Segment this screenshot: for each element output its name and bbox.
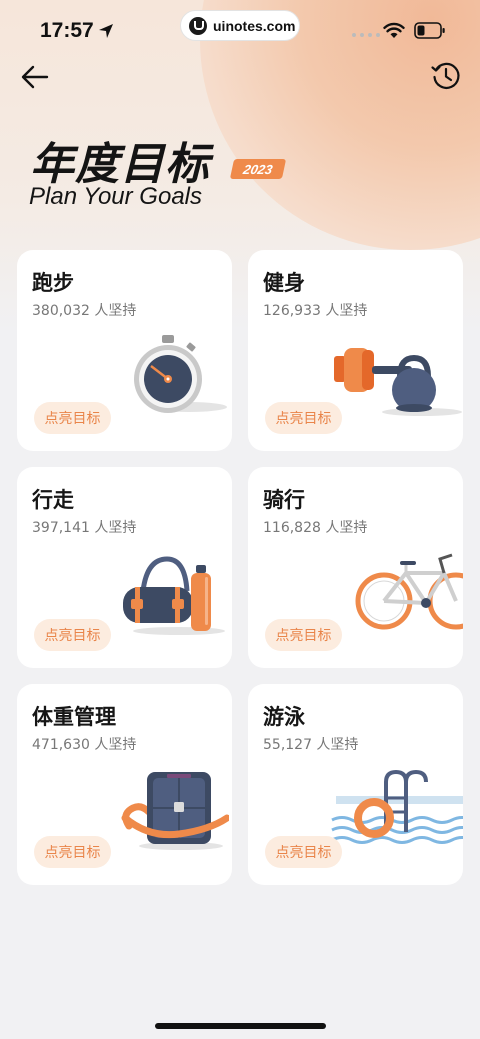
bicycle-icon (355, 553, 463, 630)
goal-card-walking[interactable]: 行走 397,141 人坚持 点亮目标 (17, 467, 232, 668)
goal-name: 体重管理 (32, 705, 116, 729)
light-goal-button[interactable]: 点亮目标 (265, 619, 342, 651)
site-logo-icon (189, 16, 207, 35)
gym-bag-bottle-icon (123, 556, 225, 635)
battery-icon (414, 22, 445, 39)
goal-name: 跑步 (32, 271, 74, 295)
back-arrow-icon[interactable] (20, 62, 50, 92)
goal-name: 骑行 (263, 488, 305, 512)
scale-tape-icon (121, 772, 229, 850)
goal-card-cycling[interactable]: 骑行 116,828 人坚持 点亮目标 (248, 467, 463, 668)
light-goal-button[interactable]: 点亮目标 (34, 836, 111, 868)
site-url: uinotes.com (213, 17, 296, 34)
goal-count: 471,630 人坚持 (32, 737, 137, 753)
page-subtitle: Plan Your Goals (29, 183, 203, 210)
dumbbell-kettlebell-icon (334, 348, 462, 416)
goal-count: 126,933 人坚持 (263, 303, 368, 319)
goal-count: 55,127 人坚持 (263, 737, 359, 753)
status-bar: 17:57 uinotes.com (0, 0, 480, 60)
location-arrow-icon (99, 24, 113, 38)
goal-card-weight[interactable]: 体重管理 471,630 人坚持 点亮目标 (17, 684, 232, 885)
light-goal-button[interactable]: 点亮目标 (34, 619, 111, 651)
stopwatch-icon (134, 335, 227, 413)
goal-count: 116,828 人坚持 (263, 520, 368, 536)
light-goal-button[interactable]: 点亮目标 (265, 836, 342, 868)
wifi-icon (383, 22, 405, 38)
home-indicator[interactable] (155, 1023, 326, 1029)
goal-card-running[interactable]: 跑步 380,032 人坚持 点亮目标 (17, 250, 232, 451)
status-time: 17:57 (40, 19, 94, 42)
pool-ladder-icon (331, 769, 463, 844)
goal-name: 游泳 (263, 705, 305, 729)
history-clock-icon[interactable] (430, 60, 462, 92)
light-goal-button[interactable]: 点亮目标 (265, 402, 342, 434)
goal-count: 397,141 人坚持 (32, 520, 137, 536)
light-goal-button[interactable]: 点亮目标 (34, 402, 111, 434)
signal-dots-icon (352, 33, 380, 37)
year-badge: 2023 (229, 159, 287, 179)
goal-count: 380,032 人坚持 (32, 303, 137, 319)
goal-name: 行走 (32, 488, 74, 512)
goal-card-fitness[interactable]: 健身 126,933 人坚持 点亮目标 (248, 250, 463, 451)
goal-card-swimming[interactable]: 游泳 55,127 人坚持 点亮目标 (248, 684, 463, 885)
goal-name: 健身 (263, 271, 305, 295)
url-pill[interactable]: uinotes.com (180, 10, 300, 41)
